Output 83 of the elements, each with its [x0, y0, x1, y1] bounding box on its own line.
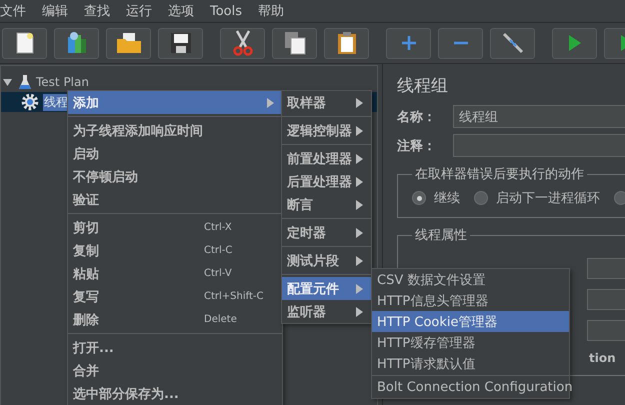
toolbar-button[interactable]	[158, 28, 203, 58]
menu-item[interactable]: 为子线程添加响应时间	[68, 119, 282, 142]
menu-item[interactable]: 不停顿启动	[68, 165, 282, 188]
menu-item[interactable]: 删除 Delete	[68, 308, 282, 331]
panel-title: 线程组	[397, 75, 449, 97]
menu-item[interactable]: 文件	[0, 2, 34, 20]
play-icon	[568, 34, 582, 52]
input-field[interactable]	[587, 320, 625, 341]
toolbar-button[interactable]	[490, 28, 535, 58]
submenu-arrow-icon	[356, 176, 363, 186]
menu-item[interactable]: HTTP Cookie管理器	[372, 311, 569, 332]
submenu-arrow-icon	[356, 200, 363, 210]
menu-item[interactable]: 复制 Ctrl-C	[68, 239, 282, 262]
field-label: 名称：	[397, 108, 437, 126]
floppy-icon	[170, 32, 192, 54]
menu-item[interactable]: HTTP请求默认值	[372, 353, 569, 374]
menu-item[interactable]: 打开...	[68, 336, 282, 359]
input-field[interactable]: 线程组	[453, 105, 625, 128]
submenu-arrow-icon	[356, 256, 363, 266]
wand-icon	[502, 32, 524, 54]
menu-item[interactable]: 选项	[168, 2, 202, 20]
submenu-arrow-icon	[356, 98, 363, 108]
menu-item[interactable]: 后置处理器	[282, 170, 371, 193]
menu-item[interactable]: 复写 Ctrl+Shift-C	[68, 285, 282, 308]
submenu-arrow-icon	[356, 306, 363, 316]
menu-item[interactable]: 定时器	[282, 221, 371, 244]
radio-button[interactable]	[614, 189, 625, 207]
menu-item[interactable]: 配置元件	[282, 277, 371, 300]
plus-icon	[400, 35, 416, 51]
menu-item[interactable]: 合并	[68, 359, 282, 382]
copy-icon	[284, 31, 306, 55]
gear-icon	[21, 93, 39, 111]
input-field[interactable]	[587, 258, 625, 279]
books-icon	[66, 31, 88, 55]
menu-item[interactable]: 逻辑控制器	[282, 119, 371, 142]
toolbar-button[interactable]	[2, 28, 47, 58]
menu-item[interactable]: 前置处理器	[282, 147, 371, 170]
menu-item[interactable]: 断言	[282, 193, 371, 216]
input-field[interactable]	[453, 134, 625, 157]
field-label: 注释：	[397, 138, 437, 154]
group-title: 线程属性	[414, 227, 468, 244]
toolbar-button[interactable]	[106, 28, 151, 58]
menu-item[interactable]: 监听器	[282, 300, 371, 323]
scissors-icon	[232, 30, 252, 56]
toolbar-button[interactable]	[272, 28, 317, 58]
submenu-arrow-icon	[356, 228, 363, 238]
menu-item[interactable]: 启动	[68, 142, 282, 165]
radio-button[interactable]: 启动下一进程循环	[474, 189, 600, 207]
clipboard-icon	[336, 31, 356, 55]
menu-item[interactable]: Tools	[210, 4, 250, 18]
toolbar-button[interactable]	[220, 28, 265, 58]
submenu-arrow-icon	[356, 154, 363, 164]
submenu-arrow-icon	[356, 126, 363, 136]
menu-item[interactable]: 运行	[126, 2, 160, 20]
folder-icon	[116, 32, 142, 54]
submenu-arrow-icon	[356, 284, 363, 294]
menu-item[interactable]: 粘贴 Ctrl-V	[68, 262, 282, 285]
flask-icon	[19, 74, 31, 90]
menu-item[interactable]: 测试片段	[282, 249, 371, 272]
menu-item[interactable]: 剪切 Ctrl-X	[68, 216, 282, 239]
menu-item[interactable]: HTTP信息头管理器	[372, 290, 569, 311]
menu-item[interactable]: 编辑	[42, 2, 76, 20]
minus-icon	[452, 41, 468, 45]
radio-button[interactable]: 继续	[412, 189, 460, 207]
submenu-arrow-icon	[267, 98, 274, 108]
menu-item[interactable]: 验证	[68, 188, 282, 211]
expand-arrow-icon[interactable]	[3, 78, 15, 86]
menu-item[interactable]: HTTP缓存管理器	[372, 332, 569, 353]
menu-item[interactable]: 取样器	[282, 91, 371, 114]
input-field[interactable]	[587, 289, 625, 310]
toolbar-button[interactable]	[54, 28, 99, 58]
document-icon	[16, 32, 34, 54]
menu-item[interactable]: 帮助	[258, 2, 292, 20]
menu-item[interactable]: CSV 数据文件设置	[372, 269, 569, 290]
field-label: tion	[589, 351, 616, 365]
group-title: 在取样器错误后要执行的动作	[414, 166, 585, 183]
tree-item[interactable]: Test Plan	[35, 75, 90, 89]
menu-item[interactable]: Bolt Connection Configuration	[372, 377, 569, 398]
toolbar-button[interactable]	[324, 28, 369, 58]
menu-item[interactable]: 查找	[84, 2, 118, 20]
tree-item[interactable]: 线程	[43, 94, 69, 110]
menu-item[interactable]: 添加	[68, 91, 282, 114]
menu-item[interactable]: 选中部分保存为...	[68, 382, 282, 405]
